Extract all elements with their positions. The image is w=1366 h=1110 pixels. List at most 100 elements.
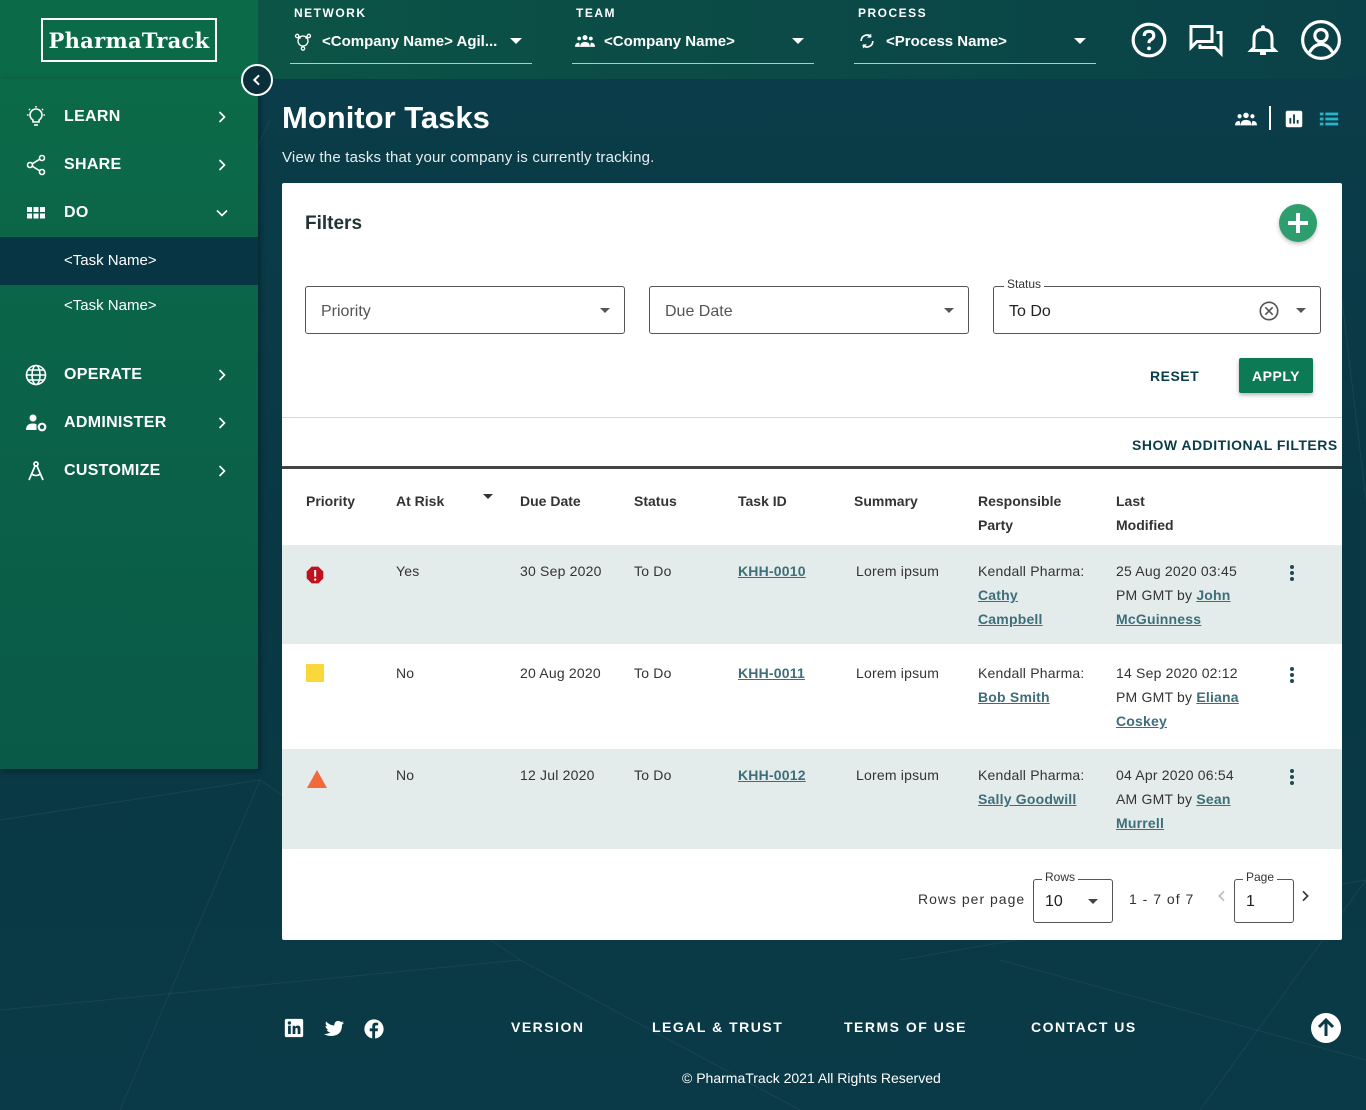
user-account-icon[interactable] xyxy=(1300,19,1342,61)
table-row[interactable]: Yes 30 Sep 2020 To Do KHH-0010 Lorem ips… xyxy=(282,545,1342,644)
tasks-card: Filters Priority Due Date Status To Do R… xyxy=(282,183,1342,940)
chart-view-icon[interactable] xyxy=(1283,108,1305,130)
reset-button[interactable]: RESET xyxy=(1150,368,1199,384)
modified-time: PM GMT by xyxy=(1116,689,1193,705)
company-name: Kendall Pharma: xyxy=(978,767,1085,783)
previous-page-icon[interactable] xyxy=(1214,888,1230,904)
alert-octagon-icon xyxy=(306,566,324,584)
footer-link-terms-of-use[interactable]: TERMS OF USE xyxy=(844,1019,967,1035)
chevron-right-icon xyxy=(218,417,226,429)
column-header-priority[interactable]: Priority xyxy=(306,489,355,513)
last-modified-cell: 14 Sep 2020 02:12 PM GMT by Eliana Coske… xyxy=(1116,661,1239,733)
sidebar-collapse-button[interactable] xyxy=(241,64,273,96)
process-selector[interactable]: PROCESS <Process Name> xyxy=(854,0,1096,64)
facebook-icon[interactable] xyxy=(363,1018,385,1040)
sidebar-subitem-task[interactable]: <Task Name> xyxy=(0,282,258,330)
task-id-link[interactable]: KHH-0012 xyxy=(738,767,806,783)
column-header-at-risk[interactable]: At Risk xyxy=(396,489,444,513)
team-caret-icon xyxy=(792,38,804,44)
sidebar-item-do[interactable]: DO xyxy=(0,189,258,237)
add-filter-button[interactable] xyxy=(1279,204,1317,242)
chevron-down-icon xyxy=(216,209,228,217)
network-caret-icon xyxy=(510,38,522,44)
scroll-to-top-button[interactable] xyxy=(1311,1013,1341,1043)
due-date-filter-select[interactable]: Due Date xyxy=(649,286,969,334)
at-risk-value: Yes xyxy=(396,563,420,579)
sort-descending-icon[interactable] xyxy=(483,494,493,499)
sidebar-item-customize[interactable]: CUSTOMIZE xyxy=(0,447,258,495)
clear-icon[interactable] xyxy=(1258,300,1280,322)
apply-button[interactable]: APPLY xyxy=(1239,358,1313,393)
modifier-link[interactable]: Eliana xyxy=(1196,689,1238,705)
sidebar-item-learn[interactable]: LEARN xyxy=(0,93,258,141)
network-icon xyxy=(294,33,312,51)
footer-link-legal-trust[interactable]: LEGAL & TRUST xyxy=(652,1019,783,1035)
row-menu-icon[interactable] xyxy=(1290,667,1294,683)
sidebar-item-administer[interactable]: ADMINISTER xyxy=(0,399,258,447)
help-icon[interactable] xyxy=(1130,21,1168,59)
sidebar-item-operate[interactable]: OPERATE xyxy=(0,351,258,399)
logo-area: PharmaTrack xyxy=(0,0,258,79)
modifier-link[interactable]: Coskey xyxy=(1116,709,1239,733)
triangle-icon xyxy=(307,770,327,788)
person-link[interactable]: Bob Smith xyxy=(978,685,1085,709)
table-top-border xyxy=(282,466,1342,469)
footer-link-version[interactable]: VERSION xyxy=(511,1019,585,1035)
linkedin-icon[interactable] xyxy=(283,1017,305,1039)
twitter-icon[interactable] xyxy=(323,1018,345,1040)
column-header-task-id[interactable]: Task ID xyxy=(738,489,787,513)
team-view-icon[interactable] xyxy=(1235,108,1257,130)
view-divider xyxy=(1269,106,1271,130)
sidebar-item-label: LEARN xyxy=(64,108,121,125)
modified-date: 04 Apr 2020 06:54 xyxy=(1116,767,1234,783)
modifier-link[interactable]: Sean xyxy=(1196,791,1230,807)
column-header-summary[interactable]: Summary xyxy=(854,489,918,513)
table-row[interactable]: No 20 Aug 2020 To Do KHH-0011 Lorem ipsu… xyxy=(282,644,1342,749)
column-header-text: Responsible xyxy=(978,493,1062,509)
row-menu-icon[interactable] xyxy=(1290,769,1294,785)
column-header-due-date[interactable]: Due Date xyxy=(520,489,581,513)
modifier-link[interactable]: John xyxy=(1196,587,1230,603)
rows-per-page-select[interactable]: Rows 10 xyxy=(1033,870,1113,923)
person-link[interactable]: Cathy xyxy=(978,583,1085,607)
rows-field-label: Rows xyxy=(1042,870,1079,884)
status-filter-select[interactable]: Status To Do xyxy=(993,277,1321,334)
priority-filter-select[interactable]: Priority xyxy=(305,286,625,334)
list-view-icon[interactable] xyxy=(1318,108,1340,130)
modifier-link[interactable]: Murrell xyxy=(1116,811,1234,835)
team-value: <Company Name> xyxy=(604,33,735,50)
footer-link-contact-us[interactable]: CONTACT US xyxy=(1031,1019,1137,1035)
show-additional-filters-link[interactable]: SHOW ADDITIONAL FILTERS xyxy=(1132,437,1338,453)
column-header-status[interactable]: Status xyxy=(634,489,677,513)
task-id-link[interactable]: KHH-0011 xyxy=(738,665,805,681)
notification-bell-icon[interactable] xyxy=(1245,22,1281,58)
last-modified-cell: 04 Apr 2020 06:54 AM GMT by Sean Murrell xyxy=(1116,763,1234,835)
rows-field-value: 10 xyxy=(1045,893,1063,910)
grid-icon xyxy=(27,207,45,219)
sidebar-subitem-task[interactable]: <Task Name> xyxy=(0,237,258,285)
task-id-link[interactable]: KHH-0010 xyxy=(738,563,806,579)
process-caret-icon xyxy=(1074,38,1086,44)
column-header-responsible-party[interactable]: Responsible Party xyxy=(978,489,1061,537)
column-header-last-modified[interactable]: Last Modified xyxy=(1116,489,1174,537)
modifier-link[interactable]: McGuinness xyxy=(1116,607,1237,631)
column-header-text: Modified xyxy=(1116,517,1174,533)
app-logo[interactable]: PharmaTrack xyxy=(41,18,217,62)
top-bar: PharmaTrack NETWORK <Company Name> Agil.… xyxy=(0,0,1366,79)
team-selector[interactable]: TEAM <Company Name> xyxy=(572,0,814,64)
responsible-party-cell: Kendall Pharma: Sally Goodwill xyxy=(978,763,1085,811)
chat-icon[interactable] xyxy=(1187,22,1225,58)
network-selector[interactable]: NETWORK <Company Name> Agil... xyxy=(290,0,532,64)
person-link[interactable]: Sally Goodwill xyxy=(978,787,1085,811)
status-value: To Do xyxy=(634,665,672,681)
sidebar-item-label: SHARE xyxy=(64,156,122,173)
next-page-icon[interactable] xyxy=(1297,888,1313,904)
sidebar-subitem-label: <Task Name> xyxy=(64,297,157,314)
copyright-text: © PharmaTrack 2021 All Rights Reserved xyxy=(682,1070,941,1086)
row-menu-icon[interactable] xyxy=(1290,565,1294,581)
person-link[interactable]: Campbell xyxy=(978,607,1085,631)
table-row[interactable]: No 12 Jul 2020 To Do KHH-0012 Lorem ipsu… xyxy=(282,749,1342,849)
due-date-filter-placeholder: Due Date xyxy=(665,303,733,320)
sidebar-item-share[interactable]: SHARE xyxy=(0,141,258,189)
page-number-input[interactable]: Page 1 xyxy=(1234,870,1294,923)
